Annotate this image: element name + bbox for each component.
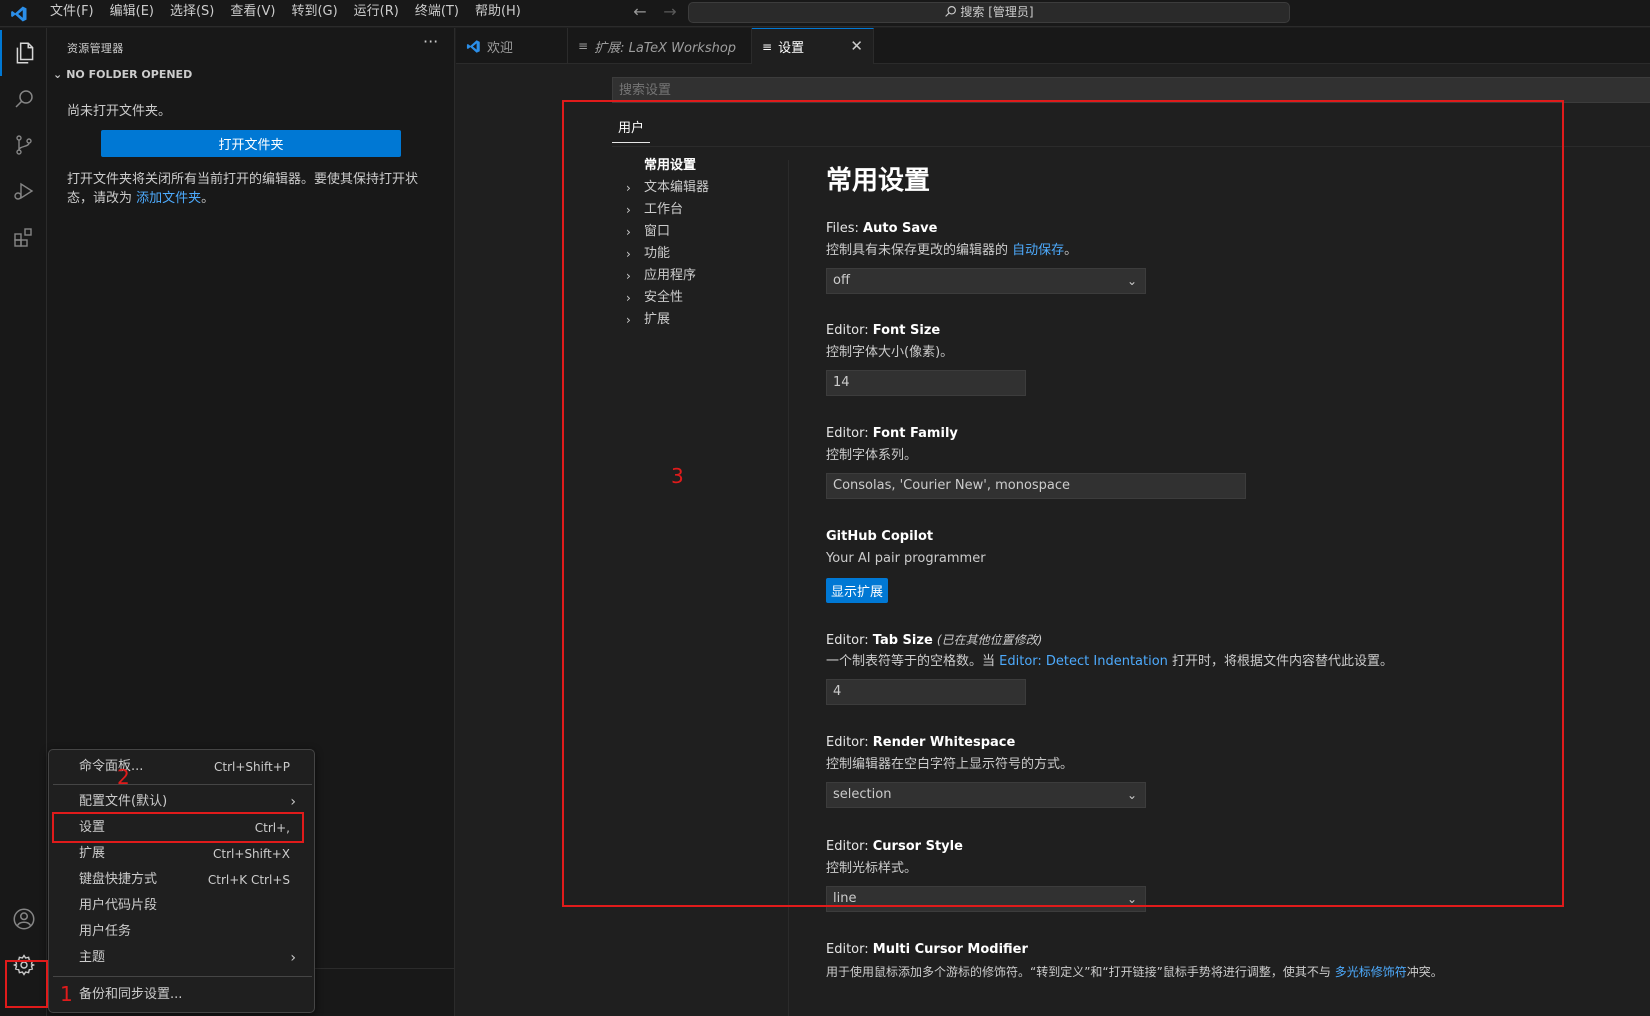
menu-run[interactable]: 运行(R) (346, 0, 407, 27)
annotation-number-2: 2 (117, 765, 130, 789)
open-folder-button[interactable]: 打开文件夹 (101, 130, 401, 157)
setting-description: 用于使用鼠标添加多个游标的修饰符。“转到定义”和“打开链接”鼠标手势将进行调整，… (826, 961, 1626, 983)
source-control-button[interactable] (0, 122, 47, 168)
vscode-logo-icon (11, 6, 27, 22)
search-icon (945, 6, 957, 17)
search-button[interactable] (0, 76, 47, 122)
setting-category: Editor: (826, 942, 873, 957)
menu-item-label: 配置文件(默认) (79, 794, 168, 809)
tab-extension-latex[interactable]: ≡ 扩展: LaTeX Workshop (568, 28, 752, 64)
menu-separator (53, 976, 312, 977)
menu-view[interactable]: 查看(V) (222, 0, 283, 27)
desc-end: 冲突。 (1406, 965, 1443, 979)
manage-context-menu: 命令面板... Ctrl+Shift+P 配置文件(默认) › 设置 Ctrl+, 扩… (48, 749, 315, 1013)
files-icon (16, 42, 33, 64)
menu-item-themes[interactable]: 主题 › (53, 945, 312, 971)
menu-item-user-snippets[interactable]: 用户代码片段 (53, 893, 312, 919)
setting-editor-multi-cursor-modifier: Editor: Multi Cursor Modifier 用于使用鼠标添加多个… (826, 939, 1626, 983)
menu-item-label: 备份和同步设置... (79, 987, 183, 1002)
explorer-button[interactable] (0, 30, 47, 76)
close-icon[interactable]: ✕ (850, 37, 863, 55)
menu-item-label: 命令面板... (79, 759, 144, 774)
editor-tab-bar: 欢迎 ≡ 扩展: LaTeX Workshop ≡ 设置 ✕ (456, 28, 1650, 64)
menu-selection[interactable]: 选择(S) (162, 0, 222, 27)
tab-welcome[interactable]: 欢迎 (456, 28, 568, 64)
menu-help[interactable]: 帮助(H) (467, 0, 529, 27)
chevron-down-icon: ⌄ (53, 68, 63, 81)
tab-extension-label: 扩展: LaTeX Workshop (594, 40, 737, 56)
annotation-number-1: 1 (60, 982, 73, 1006)
menu-bar: 文件(F) 编辑(E) 选择(S) 查看(V) 转到(G) 运行(R) 终端(T… (42, 0, 529, 27)
menu-terminal[interactable]: 终端(T) (407, 0, 467, 27)
sidebar-title: 资源管理器 (67, 42, 124, 55)
forward-arrow-icon[interactable]: → (660, 2, 680, 22)
menu-item-command-palette[interactable]: 命令面板... Ctrl+Shift+P (53, 754, 312, 780)
menu-item-user-tasks[interactable]: 用户任务 (53, 919, 312, 945)
command-center-search[interactable]: 搜索 [管理员] (688, 2, 1290, 23)
menu-item-label: 用户代码片段 (79, 898, 158, 913)
search-icon (14, 90, 33, 108)
tab-settings-label: 设置 (778, 41, 805, 56)
annotation-box-settings-panel (562, 100, 1564, 907)
menu-item-label: 主题 (79, 950, 106, 965)
run-debug-icon (13, 182, 33, 200)
keybinding: Ctrl+Shift+X (213, 847, 290, 861)
keybinding: Ctrl+Shift+P (214, 760, 290, 774)
menu-go[interactable]: 转到(G) (283, 0, 345, 27)
nav-arrows: ← → (630, 2, 680, 22)
add-folder-link[interactable]: 添加文件夹 (136, 191, 201, 206)
menu-item-label: 键盘快捷方式 (79, 872, 158, 887)
menu-separator (53, 784, 312, 785)
extensions-icon (13, 228, 32, 247)
menu-item-backup-sync[interactable]: 备份和同步设置... (53, 982, 312, 1008)
tab-welcome-label: 欢迎 (487, 40, 514, 56)
run-debug-button[interactable] (0, 168, 47, 214)
menu-item-keyboard-shortcuts[interactable]: 键盘快捷方式 Ctrl+K Ctrl+S (53, 867, 312, 893)
extensions-button[interactable] (0, 214, 47, 260)
keybinding: Ctrl+K Ctrl+S (207, 873, 290, 887)
annotation-box-gear (5, 960, 48, 1008)
annotation-number-3: 3 (671, 464, 684, 488)
no-folder-message: 尚未打开文件夹。 (67, 104, 172, 119)
menu-item-label: 扩展 (79, 846, 106, 861)
menu-edit[interactable]: 编辑(E) (102, 0, 162, 27)
menu-file[interactable]: 文件(F) (42, 0, 102, 27)
accounts-button[interactable] (0, 896, 47, 942)
chevron-right-icon: › (290, 950, 296, 966)
command-center-label: 搜索 [管理员] (960, 5, 1034, 19)
more-actions-icon[interactable]: ··· (423, 32, 438, 51)
list-icon: ≡ (762, 39, 773, 54)
back-arrow-icon[interactable]: ← (630, 2, 650, 22)
sidebar-description: 打开文件夹将关闭所有当前打开的编辑器。要使其保持打开状态，请改为 添加文件夹。 (67, 170, 437, 208)
activity-bar (0, 28, 47, 1016)
desc-text: 用于使用鼠标添加多个游标的修饰符。“转到定义”和“打开链接”鼠标手势将进行调整，… (826, 965, 1335, 979)
setting-name: Multi Cursor Modifier (872, 942, 1028, 957)
desc-text: 打开文件夹将关闭所有当前打开的编辑器。要使其保持打开状态，请改为 (67, 172, 419, 206)
desc-end: 。 (201, 191, 215, 206)
tab-settings[interactable]: ≡ 设置 ✕ (752, 28, 874, 64)
list-icon: ≡ (578, 39, 589, 53)
account-icon (12, 908, 35, 930)
menu-item-label: 用户任务 (79, 924, 132, 939)
annotation-box-settings-item (52, 812, 304, 843)
source-control-icon (15, 135, 32, 155)
no-folder-section-header[interactable]: ⌄ NO FOLDER OPENED (53, 68, 192, 81)
menu-item-extensions[interactable]: 扩展 Ctrl+Shift+X (53, 841, 312, 867)
setting-title: Editor: Multi Cursor Modifier (826, 939, 1626, 961)
multi-cursor-modifier-link[interactable]: 多光标修饰符 (1335, 965, 1407, 979)
folder-header-label: NO FOLDER OPENED (66, 68, 193, 81)
title-bar: 文件(F) 编辑(E) 选择(S) 查看(V) 转到(G) 运行(R) 终端(T… (0, 0, 1650, 27)
vscode-icon (466, 39, 480, 53)
